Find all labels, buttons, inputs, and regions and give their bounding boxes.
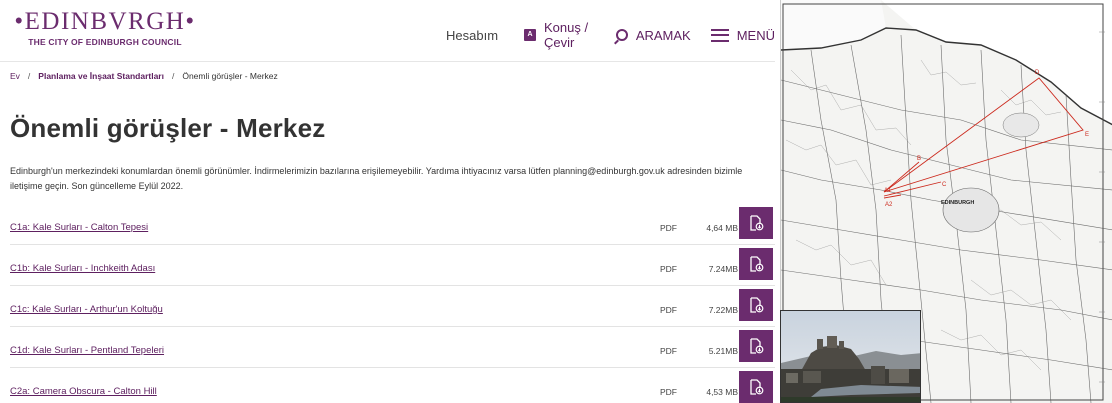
document-row: C1a: Kale Surları - Calton Tepesi PDF 4,… xyxy=(10,204,775,245)
download-button[interactable] xyxy=(739,371,773,403)
document-size: 4,64 MB xyxy=(706,223,738,233)
document-size: 7.24MB xyxy=(708,264,738,274)
breadcrumb-separator: / xyxy=(171,71,175,81)
document-link[interactable]: C1c: Kale Surları - Arthur'un Koltuğu xyxy=(10,304,163,315)
search-icon xyxy=(615,29,628,41)
page-title: Önemli görüşler - Merkez xyxy=(10,113,326,143)
castle-photo-drawing xyxy=(781,311,920,402)
map-label-d: D xyxy=(1035,70,1040,76)
breadcrumb-separator: / xyxy=(27,71,31,81)
translate-link[interactable]: A文 Konuş / Çevir xyxy=(524,20,596,50)
breadcrumb-section[interactable]: Planlama ve İnşaat Standartları xyxy=(38,71,164,81)
account-label: Hesabım xyxy=(446,27,499,43)
map-label-b: B xyxy=(917,156,921,162)
download-file-icon xyxy=(750,215,764,231)
logo-subtitle: THE CITY OF EDINBURGH COUNCIL xyxy=(28,37,182,47)
map-label-city: EDINBURGH xyxy=(941,200,974,206)
download-button[interactable] xyxy=(739,289,773,321)
main-nav: Hesabım A文 Konuş / Çevir ARAMAK MENÜ xyxy=(446,20,775,50)
document-type: PDF xyxy=(660,223,677,233)
download-file-icon xyxy=(750,379,764,395)
menu-label: MENÜ xyxy=(736,27,775,43)
search-button[interactable]: ARAMAK xyxy=(615,27,691,43)
site-header: •EDINBVRGH• THE CITY OF EDINBURGH COUNCI… xyxy=(0,0,775,62)
document-link[interactable]: C1d: Kale Surları - Pentland Tepeleri xyxy=(10,345,164,356)
download-file-icon xyxy=(750,256,764,272)
map-label-a1: A1 xyxy=(884,188,892,194)
document-list: C1a: Kale Surları - Calton Tepesi PDF 4,… xyxy=(10,204,775,403)
map-label-a2: A2 xyxy=(885,202,893,208)
download-button[interactable] xyxy=(739,248,773,280)
page-intro: Edinburgh'un merkezindeki konumlardan ön… xyxy=(10,166,743,191)
edinburgh-logo[interactable]: •EDINBVRGH• THE CITY OF EDINBURGH COUNCI… xyxy=(10,8,200,50)
document-link[interactable]: C2a: Camera Obscura - Calton Hill xyxy=(10,386,157,397)
document-row: C2a: Camera Obscura - Calton Hill PDF 4,… xyxy=(10,368,775,403)
download-button[interactable] xyxy=(739,207,773,239)
map-label-c: C xyxy=(942,182,947,188)
document-row: C1b: Kale Surları - Inchkeith Adası PDF … xyxy=(10,245,775,286)
document-type: PDF xyxy=(660,264,677,274)
document-size: 4,53 MB xyxy=(706,387,738,397)
hamburger-icon xyxy=(710,28,729,42)
logo-wordmark: •EDINBVRGH• xyxy=(14,8,196,35)
map-label-e: E xyxy=(1085,132,1089,138)
breadcrumb: Ev / Planlama ve İnşaat Standartları / Ö… xyxy=(10,71,278,81)
document-size: 7.22MB xyxy=(708,305,738,315)
document-type: PDF xyxy=(660,305,677,315)
account-link[interactable]: Hesabım xyxy=(446,28,498,43)
document-link[interactable]: C1b: Kale Surları - Inchkeith Adası xyxy=(10,263,155,274)
download-file-icon xyxy=(750,338,764,354)
castle-photo xyxy=(780,310,921,403)
download-button[interactable] xyxy=(739,330,773,362)
document-row: C1d: Kale Surları - Pentland Tepeleri PD… xyxy=(10,327,775,368)
search-label: ARAMAK xyxy=(635,27,691,43)
document-type: PDF xyxy=(660,387,677,397)
breadcrumb-current: Önemli görüşler - Merkez xyxy=(182,71,278,81)
document-type: PDF xyxy=(660,346,677,356)
menu-button[interactable]: MENÜ xyxy=(710,27,775,43)
translate-label: Konuş / Çevir xyxy=(543,20,589,50)
download-file-icon xyxy=(750,297,764,313)
translate-icon: A文 xyxy=(524,29,536,50)
breadcrumb-home[interactable]: Ev xyxy=(10,71,20,81)
document-row: C1c: Kale Surları - Arthur'un Koltuğu PD… xyxy=(10,286,775,327)
document-link[interactable]: C1a: Kale Surları - Calton Tepesi xyxy=(10,222,148,233)
document-size: 5.21MB xyxy=(708,346,738,356)
